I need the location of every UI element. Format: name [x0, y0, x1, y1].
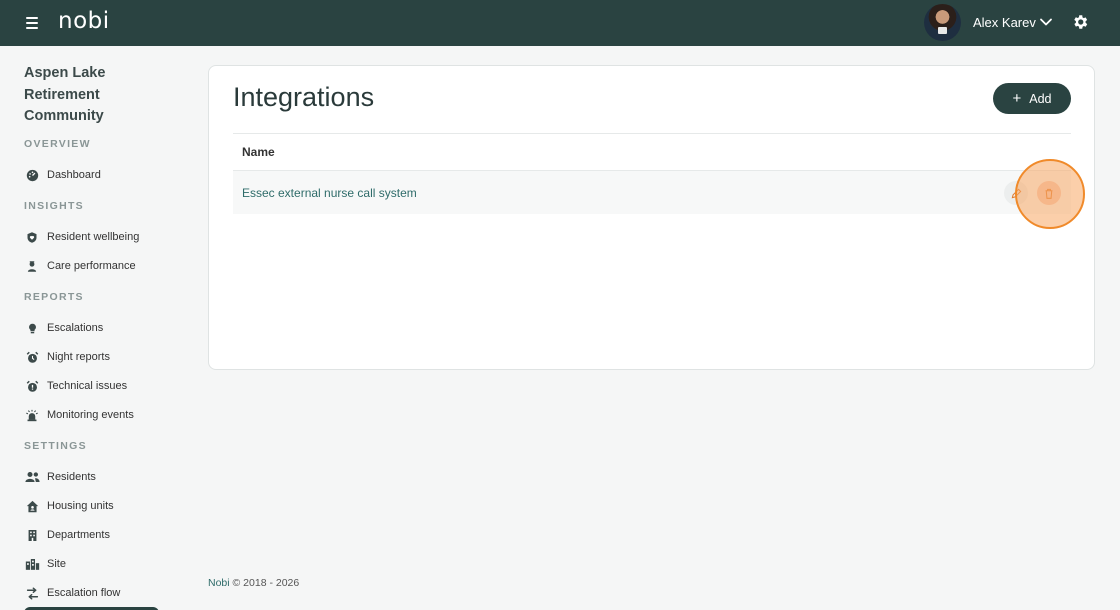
- flow-icon: [24, 585, 40, 601]
- sidebar-item-label: Technical issues: [47, 380, 128, 392]
- section-overview: OVERVIEW: [24, 138, 91, 150]
- sidebar-item-label: Care performance: [47, 260, 136, 272]
- integration-name-link[interactable]: Essec external nurse call system: [242, 186, 417, 200]
- section-reports: REPORTS: [24, 291, 84, 303]
- app-logo[interactable]: nobi: [58, 8, 110, 34]
- sidebar-item-night-reports[interactable]: Night reports: [24, 347, 184, 367]
- gear-icon[interactable]: [1071, 13, 1089, 31]
- sidebar-item-housing-units[interactable]: Housing units: [24, 496, 184, 516]
- sidebar-item-departments[interactable]: Departments: [24, 525, 184, 545]
- sidebar-item-label: Residents: [47, 471, 96, 483]
- section-settings: SETTINGS: [24, 440, 87, 452]
- add-integration-button[interactable]: + Add: [993, 83, 1071, 114]
- sidebar-item-escalations[interactable]: Escalations: [24, 318, 184, 338]
- sidebar-item-technical-issues[interactable]: Technical issues: [24, 376, 184, 396]
- alarm-icon: [24, 378, 40, 394]
- chevron-down-icon[interactable]: [1039, 15, 1053, 29]
- edit-button[interactable]: [1004, 181, 1028, 205]
- add-button-label: Add: [1029, 91, 1052, 106]
- sidebar-item-label: Departments: [47, 529, 110, 541]
- alarm-clock-icon: [24, 349, 40, 365]
- dashboard-icon: [24, 167, 40, 183]
- avatar[interactable]: [924, 4, 961, 41]
- trash-icon: [1045, 188, 1053, 199]
- building-icon: [24, 527, 40, 543]
- sidebar-item-resident-wellbeing[interactable]: Resident wellbeing: [24, 227, 184, 247]
- table-header: Name: [233, 133, 1071, 171]
- sidebar-item-label: Escalation flow: [47, 587, 121, 599]
- sidebar-item-label: Night reports: [47, 351, 110, 363]
- people-icon: [24, 469, 40, 485]
- siren-icon: [24, 407, 40, 423]
- sidebar-item-monitoring-events[interactable]: Monitoring events: [24, 405, 184, 425]
- sidebar-item-label: Site: [47, 558, 66, 570]
- footer-brand[interactable]: Nobi: [208, 577, 230, 589]
- lightbulb-icon: [24, 320, 40, 336]
- column-header-name[interactable]: Name: [242, 145, 275, 159]
- city-icon: [24, 556, 40, 572]
- house-icon: [24, 498, 40, 514]
- sidebar-item-label: Monitoring events: [47, 409, 134, 421]
- nurse-icon: [24, 258, 40, 274]
- footer: Nobi © 2018 - 2026: [208, 577, 299, 589]
- integrations-table: Name Essec external nurse call system: [233, 133, 1071, 214]
- page-title: Integrations: [233, 82, 375, 112]
- sidebar-item-care-performance[interactable]: Care performance: [24, 256, 184, 276]
- sidebar-item-site[interactable]: Site: [24, 554, 184, 574]
- top-bar: nobi Alex Karev: [0, 0, 1120, 46]
- table-row: Essec external nurse call system: [233, 171, 1071, 214]
- community-name: Aspen Lake Retirement Community: [24, 65, 106, 124]
- user-name[interactable]: Alex Karev: [973, 15, 1036, 30]
- sidebar-item-label: Resident wellbeing: [47, 231, 140, 243]
- sidebar-item-label: Dashboard: [47, 169, 101, 181]
- plus-icon: +: [1012, 90, 1022, 107]
- shield-icon: [24, 229, 40, 245]
- section-insights: INSIGHTS: [24, 200, 84, 212]
- sidebar-item-label: Escalations: [47, 322, 104, 334]
- pencil-icon: [1011, 188, 1021, 198]
- sidebar: Aspen Lake Retirement Community OVERVIEW…: [0, 46, 190, 610]
- menu-icon[interactable]: [26, 17, 38, 29]
- sidebar-item-residents[interactable]: Residents: [24, 467, 184, 487]
- sidebar-item-label: Housing units: [47, 500, 114, 512]
- integrations-card: Integrations + Add Name Essec external n…: [208, 65, 1095, 370]
- sidebar-item-escalation-flow[interactable]: Escalation flow: [24, 583, 184, 603]
- sidebar-item-dashboard[interactable]: Dashboard: [24, 165, 184, 185]
- delete-button[interactable]: [1037, 181, 1061, 205]
- footer-copyright: © 2018 - 2026: [232, 577, 300, 589]
